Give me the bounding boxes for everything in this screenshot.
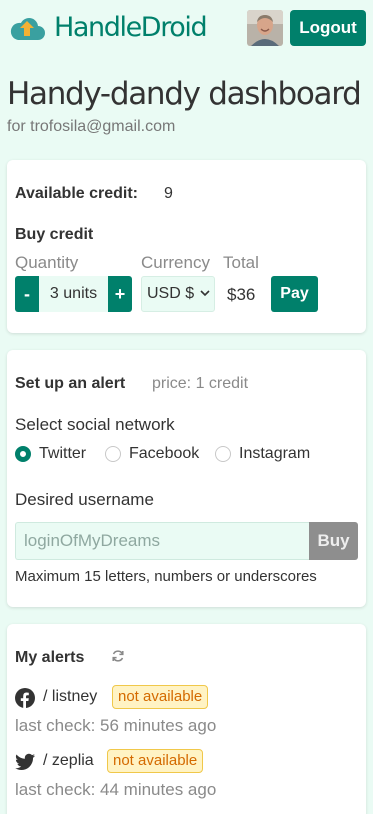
alert-setup-title: Set up an alert (15, 375, 126, 392)
status-badge: not available (112, 685, 209, 709)
alert-setup-card: Set up an alert price: 1 credit Select s… (7, 350, 366, 607)
available-credit-value: 9 (164, 185, 173, 202)
twitter-icon (15, 753, 35, 770)
currency-value: USD $ (147, 285, 195, 302)
instagram-radio[interactable] (215, 446, 231, 462)
brand-name[interactable]: HandleDroid (54, 10, 208, 46)
cloud-upload-logo-icon (10, 18, 45, 40)
user-avatar[interactable] (247, 10, 283, 46)
increase-quantity-button[interactable]: + (108, 276, 132, 312)
logout-button[interactable]: Logout (290, 10, 366, 46)
quantity-value[interactable]: 3 units (39, 276, 108, 312)
instagram-radio-label[interactable]: Instagram (239, 445, 310, 463)
status-badge: not available (107, 749, 204, 773)
my-alerts-card: My alerts / listney not available last c… (7, 624, 366, 814)
alert-last-check: last check: 44 minutes ago (15, 780, 217, 799)
total-label: Total (223, 253, 259, 272)
network-select-label: Select social network (15, 415, 175, 434)
decrease-quantity-button[interactable]: - (15, 276, 39, 312)
facebook-icon (15, 688, 35, 708)
buy-credit-title: Buy credit (15, 226, 94, 243)
available-credit-label: Available credit: (15, 185, 139, 202)
alert-handle: / listney (43, 688, 98, 705)
currency-select[interactable]: USD $ (141, 276, 215, 312)
facebook-radio[interactable] (105, 446, 121, 462)
app-header: HandleDroid Logout (0, 0, 373, 56)
page-subtitle: for trofosila@gmail.com (7, 118, 176, 135)
username-hint: Maximum 15 letters, numbers or underscor… (15, 568, 317, 585)
refresh-icon[interactable] (111, 649, 125, 663)
alert-price: price: 1 credit (152, 375, 249, 392)
my-alerts-title: My alerts (15, 649, 85, 666)
alert-handle: / zeplia (43, 752, 94, 769)
currency-label: Currency (141, 253, 210, 272)
chevron-down-icon (200, 290, 210, 297)
twitter-radio[interactable] (15, 446, 31, 462)
twitter-radio-label[interactable]: Twitter (39, 445, 86, 463)
quantity-label: Quantity (15, 253, 79, 272)
facebook-radio-label[interactable]: Facebook (129, 445, 199, 463)
quantity-stepper: - 3 units + (15, 276, 132, 312)
page-title: Handy-dandy dashboard (7, 76, 362, 112)
total-value: $36 (227, 285, 256, 304)
alert-last-check: last check: 56 minutes ago (15, 716, 217, 735)
credit-card: Available credit: 9 Buy credit Quantity … (7, 160, 366, 333)
buy-alert-button[interactable]: Buy (309, 522, 358, 560)
pay-button[interactable]: Pay (271, 276, 318, 312)
username-input[interactable]: loginOfMyDreams (15, 522, 310, 560)
username-label: Desired username (15, 490, 154, 509)
